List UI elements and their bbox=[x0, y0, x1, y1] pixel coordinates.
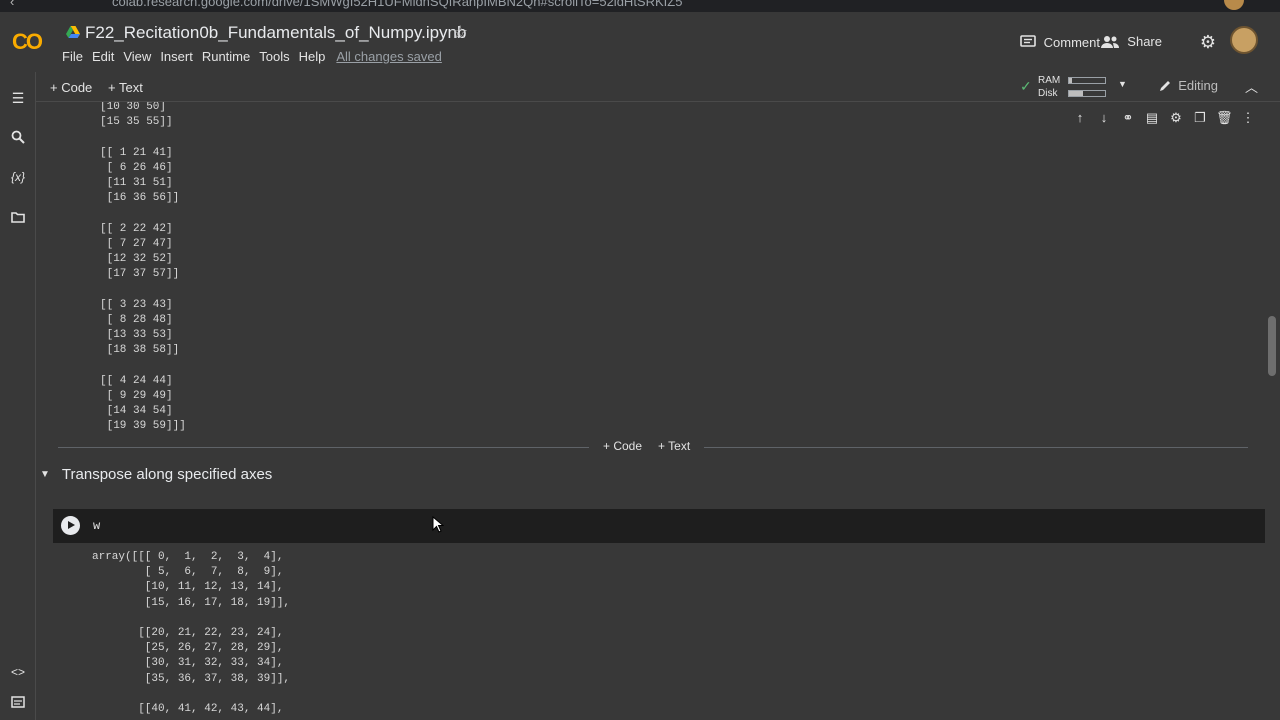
add-text-button[interactable]: + Text bbox=[108, 80, 143, 95]
share-button[interactable]: Share bbox=[1101, 34, 1162, 49]
variables-icon[interactable]: {x} bbox=[9, 170, 27, 184]
add-code-button[interactable]: + Code bbox=[50, 80, 92, 95]
menu-tools[interactable]: Tools bbox=[259, 49, 289, 64]
move-up-icon[interactable]: ↑ bbox=[1072, 110, 1088, 126]
disk-bar bbox=[1068, 90, 1106, 97]
resource-indicator[interactable]: ✓ RAM Disk ▼ bbox=[1020, 74, 1130, 100]
browser-profile-avatar[interactable] bbox=[1224, 0, 1244, 10]
menu-insert[interactable]: Insert bbox=[160, 49, 193, 64]
menu-view[interactable]: View bbox=[123, 49, 151, 64]
cell-action-bar: ↑ ↓ ⚭ ▤ ⚙ ❐ 🗑 ⋮ bbox=[1072, 110, 1256, 126]
colab-logo[interactable]: CO bbox=[12, 29, 43, 55]
notebook-toolbar: + Code + Text ✓ RAM Disk ▼ Editing ︿ bbox=[36, 72, 1280, 102]
cell-output: [10 30 50] [15 35 55]] [[ 1 21 41] [ 6 2… bbox=[100, 102, 186, 433]
star-icon[interactable]: ☆ bbox=[452, 22, 468, 43]
address-bar[interactable]: colab.research.google.com/drive/1SMWgI52… bbox=[112, 0, 682, 9]
comment-button[interactable]: Comment bbox=[1019, 34, 1100, 50]
people-icon bbox=[1101, 35, 1120, 48]
terminal-icon[interactable] bbox=[9, 695, 27, 711]
mirror-icon[interactable]: ❐ bbox=[1192, 110, 1208, 126]
comment-icon bbox=[1019, 35, 1036, 47]
insert-cell-buttons: + Code + Text bbox=[589, 439, 705, 453]
code-editor[interactable]: w bbox=[93, 519, 100, 533]
notebook-title[interactable]: F22_Recitation0b_Fundamentals_of_Numpy.i… bbox=[85, 23, 466, 43]
link-icon[interactable]: ⚭ bbox=[1120, 110, 1136, 126]
code-cell[interactable]: w bbox=[53, 509, 1265, 543]
notebook-content: [10 30 50] [15 35 55]] [[ 1 21 41] [ 6 2… bbox=[36, 102, 1280, 720]
editing-label: Editing bbox=[1178, 78, 1218, 93]
share-label: Share bbox=[1127, 34, 1162, 49]
comment-icon[interactable]: ▤ bbox=[1144, 110, 1160, 126]
menu-edit[interactable]: Edit bbox=[92, 49, 114, 64]
more-icon[interactable]: ⋮ bbox=[1240, 110, 1256, 126]
menu-help[interactable]: Help bbox=[299, 49, 326, 64]
insert-code-button[interactable]: + Code bbox=[603, 439, 642, 453]
save-status[interactable]: All changes saved bbox=[336, 49, 442, 64]
vertical-scrollbar[interactable] bbox=[1268, 316, 1276, 376]
section-title: Transpose along specified axes bbox=[61, 465, 273, 483]
menu-bar: File Edit View Insert Runtime Tools Help… bbox=[62, 49, 451, 64]
colab-header: CO F22_Recitation0b_Fundamentals_of_Nump… bbox=[0, 12, 1280, 72]
left-sidebar: ☰ {x} <> bbox=[0, 72, 36, 720]
settings-gear-icon[interactable]: ⚙ bbox=[1200, 32, 1216, 53]
chevron-down-icon[interactable]: ▼ bbox=[1118, 79, 1127, 89]
code-snippets-icon[interactable]: <> bbox=[9, 665, 27, 679]
insert-text-button[interactable]: + Text bbox=[658, 439, 690, 453]
chevron-up-icon[interactable]: ︿ bbox=[1245, 77, 1258, 96]
menu-runtime[interactable]: Runtime bbox=[202, 49, 250, 64]
pencil-icon bbox=[1160, 80, 1171, 91]
back-icon[interactable]: ‹ bbox=[10, 0, 14, 9]
ram-label: RAM bbox=[1038, 75, 1061, 86]
cell-output-array: array([[[ 0, 1, 2, 3, 4], [ 5, 6, 7, 8, … bbox=[92, 551, 291, 716]
folder-icon[interactable] bbox=[9, 210, 27, 226]
section-header[interactable]: ▼ Transpose along specified axes bbox=[36, 464, 272, 484]
mouse-cursor-icon bbox=[432, 516, 444, 533]
connected-check-icon: ✓ bbox=[1020, 78, 1032, 94]
collapse-caret-icon[interactable]: ▼ bbox=[40, 469, 50, 480]
editing-mode[interactable]: Editing bbox=[1158, 78, 1218, 93]
search-icon[interactable] bbox=[9, 130, 27, 147]
menu-file[interactable]: File bbox=[62, 49, 83, 64]
delete-icon[interactable]: 🗑 bbox=[1216, 110, 1233, 126]
ram-bar bbox=[1068, 77, 1106, 84]
move-down-icon[interactable]: ↓ bbox=[1096, 110, 1112, 126]
browser-bar: ‹ colab.research.google.com/drive/1SMWgI… bbox=[0, 0, 1280, 12]
account-avatar[interactable] bbox=[1230, 26, 1258, 54]
run-cell-button[interactable] bbox=[61, 516, 80, 535]
comment-label: Comment bbox=[1043, 34, 1100, 50]
toc-icon[interactable]: ☰ bbox=[9, 90, 27, 107]
disk-label: Disk bbox=[1038, 88, 1058, 99]
drive-icon bbox=[66, 26, 80, 38]
settings-icon[interactable]: ⚙ bbox=[1168, 110, 1184, 126]
